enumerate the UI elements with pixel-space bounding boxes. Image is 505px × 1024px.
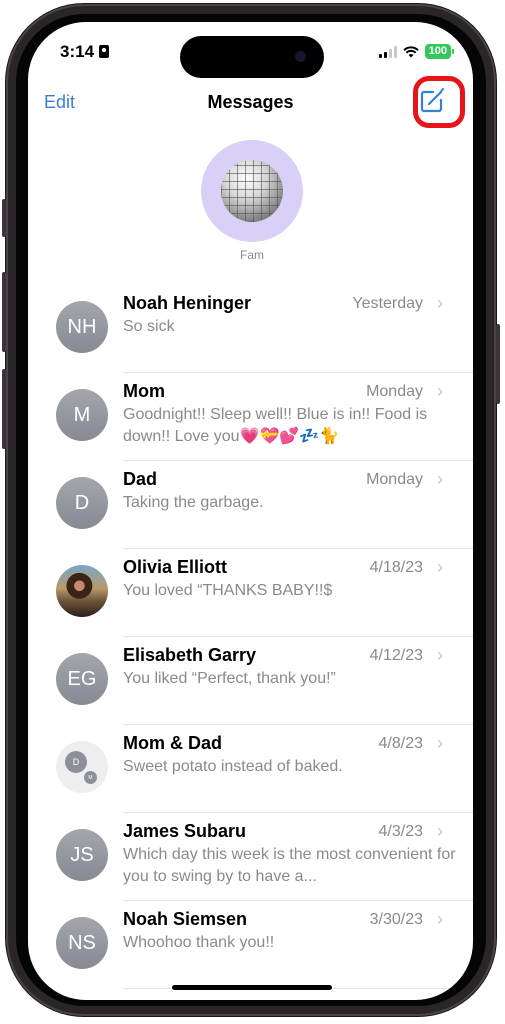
chevron-right-icon: › <box>437 469 443 489</box>
message-preview: So sick <box>123 318 175 335</box>
conversation-row[interactable]: D M Mom & Dad 4/8/23 › Sweet potato inst… <box>28 725 473 813</box>
message-preview: You loved “THANKS BABY!!$ <box>123 582 333 599</box>
camera-icon <box>295 51 306 62</box>
home-indicator[interactable] <box>172 985 332 990</box>
message-date: 4/8/23 <box>378 735 423 752</box>
chevron-right-icon: › <box>437 821 443 841</box>
square-and-pencil-icon <box>420 88 444 113</box>
message-preview: Sweet potato instead of baked. <box>123 758 343 775</box>
edit-button[interactable]: Edit <box>44 92 75 113</box>
volume-up-button <box>2 272 6 352</box>
volume-down-button <box>2 369 6 449</box>
avatar: NH <box>56 301 108 353</box>
contact-card-icon <box>99 45 110 58</box>
status-indicators: 100 <box>378 44 455 59</box>
avatar: D <box>56 477 108 529</box>
conversation-row[interactable]: EG Elisabeth Garry 4/12/23 › You liked “… <box>28 637 473 725</box>
disco-ball-icon <box>221 160 283 222</box>
avatar: NS <box>56 917 108 969</box>
chevron-right-icon: › <box>437 909 443 929</box>
message-date: 4/3/23 <box>378 823 423 840</box>
time-text: 3:14 <box>60 42 95 61</box>
message-preview: Goodnight!! Sleep well!! Blue is in!! Fo… <box>123 406 428 445</box>
message-date: Monday <box>366 383 423 400</box>
conversation-row[interactable]: NH Noah Heninger Yesterday › So sick <box>28 285 473 373</box>
conversation-row[interactable]: NS Noah Siemsen 3/30/23 › Whoohoo thank … <box>28 901 473 989</box>
avatar: M <box>56 389 108 441</box>
screen: 3:14 100 Messages Edit Fam NH Noah Henin… <box>28 22 473 1000</box>
chevron-right-icon: › <box>437 645 443 665</box>
message-date: Monday <box>366 471 423 488</box>
message-preview: You liked “Perfect, thank you!” <box>123 670 336 687</box>
group-avatar: D M <box>56 741 108 793</box>
conversation-list: NH Noah Heninger Yesterday › So sick M M… <box>28 285 473 989</box>
chevron-right-icon: › <box>437 293 443 313</box>
pinned-label: Fam <box>240 248 264 262</box>
conversation-row[interactable]: M Mom Monday › Goodnight!! Sleep well!! … <box>28 373 473 461</box>
message-date: 4/18/23 <box>369 559 423 576</box>
avatar: EG <box>56 653 108 705</box>
wifi-icon <box>402 45 419 57</box>
compose-button[interactable] <box>417 86 447 116</box>
message-date: Yesterday <box>352 295 423 312</box>
cellular-signal-icon <box>378 45 397 58</box>
chevron-right-icon: › <box>437 557 443 577</box>
chevron-right-icon: › <box>437 381 443 401</box>
conversation-row[interactable]: JS James Subaru 4/3/23 › Which day this … <box>28 813 473 901</box>
dynamic-island <box>180 36 324 78</box>
message-preview: Which day this week is the most convenie… <box>123 846 456 885</box>
message-preview: Taking the garbage. <box>123 494 264 511</box>
message-date: 3/30/23 <box>369 911 423 928</box>
pinned-avatar <box>201 140 303 242</box>
message-date: 4/12/23 <box>369 647 423 664</box>
power-button <box>496 324 500 404</box>
conversation-row[interactable]: Olivia Elliott 4/18/23 › You loved “THAN… <box>28 549 473 637</box>
page-title: Messages <box>207 92 294 112</box>
battery-indicator: 100 <box>424 44 455 59</box>
group-member-avatar: M <box>83 770 98 785</box>
chevron-right-icon: › <box>437 733 443 753</box>
action-button <box>2 199 6 237</box>
message-preview: Whoohoo thank you!! <box>123 934 275 951</box>
avatar: JS <box>56 829 108 881</box>
status-time: 3:14 <box>60 42 110 62</box>
conversation-row[interactable]: D Dad Monday › Taking the garbage. <box>28 461 473 549</box>
pinned-conversation-fam[interactable]: Fam <box>201 140 303 262</box>
avatar-photo <box>56 565 108 617</box>
group-member-avatar: D <box>65 751 87 773</box>
